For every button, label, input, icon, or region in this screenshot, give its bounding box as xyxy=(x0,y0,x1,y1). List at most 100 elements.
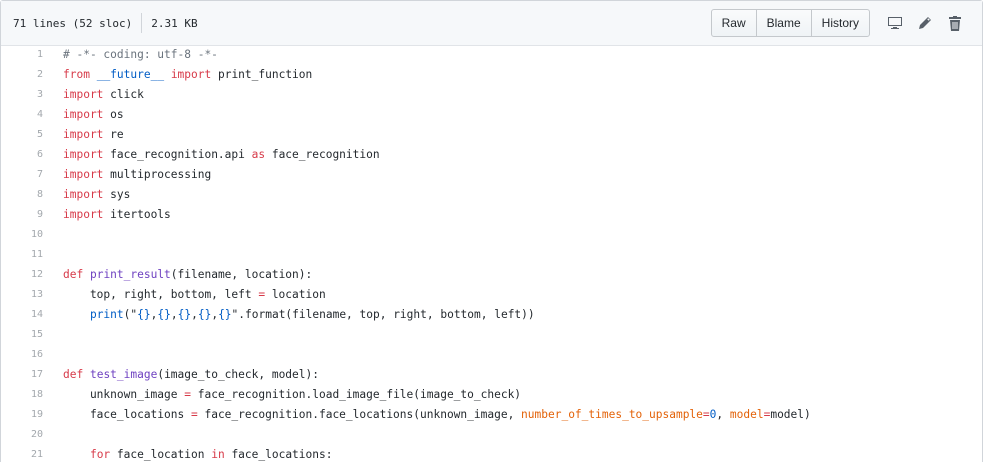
code-line: 19 face_locations = face_recognition.fac… xyxy=(1,405,982,425)
file-header: 71 lines (52 sloc) 2.31 KB Raw Blame His… xyxy=(1,1,982,46)
code-token: face_location xyxy=(110,448,212,461)
line-source xyxy=(43,245,63,265)
code-line: 3 import click xyxy=(1,85,982,105)
line-source: def print_result(filename, location): xyxy=(43,265,312,285)
code-body: 1 # -*- coding: utf-8 -*- 2 from __future__… xyxy=(1,45,982,462)
code-line: 5 import re xyxy=(1,125,982,145)
line-number[interactable]: 13 xyxy=(1,285,43,305)
code-token: click xyxy=(103,88,144,101)
line-number[interactable]: 20 xyxy=(1,425,43,445)
code-line: 14 print("{},{},{},{},{}".format(filenam… xyxy=(1,305,982,325)
line-number[interactable]: 9 xyxy=(1,205,43,225)
code-token: face_locations xyxy=(63,408,191,421)
code-token: = xyxy=(702,408,710,421)
line-source: import re xyxy=(43,125,124,145)
line-number[interactable]: 12 xyxy=(1,265,43,285)
file-size: 2.31 KB xyxy=(151,16,198,30)
line-number[interactable]: 2 xyxy=(1,65,43,85)
code-token: model) xyxy=(770,408,811,421)
code-token: = xyxy=(184,388,191,401)
code-token: for xyxy=(89,448,111,461)
line-source: import itertools xyxy=(43,205,171,225)
code-token: print xyxy=(89,308,124,321)
code-token: (" xyxy=(123,308,138,321)
line-number[interactable]: 17 xyxy=(1,365,43,385)
code-token: face_recognition xyxy=(265,148,380,161)
code-token: multiprocessing xyxy=(103,168,212,181)
code-line: 17 def test_image(image_to_check, model): xyxy=(1,365,982,385)
code-token: , xyxy=(716,408,730,421)
code-token: def xyxy=(63,368,84,381)
line-number[interactable]: 1 xyxy=(1,45,43,65)
file-actions: Raw Blame History xyxy=(710,1,970,45)
code-line: 21 for face_location in face_locations: xyxy=(1,445,982,465)
line-source: face_locations = face_recognition.face_l… xyxy=(43,405,811,425)
line-number[interactable]: 15 xyxy=(1,325,43,345)
code-token: , xyxy=(191,308,198,321)
line-number[interactable]: 14 xyxy=(1,305,43,325)
code-token: itertools xyxy=(103,208,171,221)
code-token: __future__ xyxy=(96,68,165,81)
code-token: location xyxy=(265,288,326,301)
line-source: top, right, bottom, left = location xyxy=(43,285,326,305)
code-line: 15 xyxy=(1,325,982,345)
blame-button[interactable]: Blame xyxy=(757,10,812,36)
code-token: ".format(filename, top, right, bottom, l… xyxy=(231,308,535,321)
code-token: import xyxy=(63,148,104,161)
line-number[interactable]: 7 xyxy=(1,165,43,185)
code-token: number_of_times_to_upsample xyxy=(521,408,703,421)
line-number[interactable]: 10 xyxy=(1,225,43,245)
line-source xyxy=(43,425,63,445)
code-token: # -*- coding: utf-8 -*- xyxy=(63,48,218,61)
pencil-icon[interactable] xyxy=(910,10,940,36)
line-number[interactable]: 3 xyxy=(1,85,43,105)
line-number[interactable]: 21 xyxy=(1,445,43,465)
line-number[interactable]: 19 xyxy=(1,405,43,425)
code-token: top, right, bottom, left xyxy=(63,288,259,301)
code-token: import xyxy=(63,188,104,201)
line-source: # -*- coding: utf-8 -*- xyxy=(43,45,218,65)
line-source: def test_image(image_to_check, model): xyxy=(43,365,319,385)
line-source: import multiprocessing xyxy=(43,165,211,185)
divider xyxy=(141,13,143,33)
line-number[interactable]: 6 xyxy=(1,145,43,165)
desktop-icon[interactable] xyxy=(880,10,910,36)
line-source: import sys xyxy=(43,185,130,205)
code-token: sys xyxy=(103,188,131,201)
code-token: test_image xyxy=(89,368,158,381)
line-number[interactable]: 8 xyxy=(1,185,43,205)
line-source xyxy=(43,225,63,245)
code-token: os xyxy=(103,108,124,121)
code-line: 16 xyxy=(1,345,982,365)
line-source xyxy=(43,325,63,345)
code-line: 2 from __future__ import print_function xyxy=(1,65,982,85)
line-count: 71 lines (52 sloc) xyxy=(13,16,133,30)
code-token: in xyxy=(211,448,225,461)
history-button[interactable]: History xyxy=(812,10,869,36)
code-token: (filename, location): xyxy=(170,268,313,281)
code-token: import xyxy=(63,208,104,221)
line-source: import face_recognition.api as face_reco… xyxy=(43,145,380,165)
trash-icon[interactable] xyxy=(940,10,970,36)
line-number[interactable]: 11 xyxy=(1,245,43,265)
raw-button[interactable]: Raw xyxy=(712,10,757,36)
code-token: face_locations: xyxy=(224,448,333,461)
code-line: 9 import itertools xyxy=(1,205,982,225)
line-source: for face_location in face_locations: xyxy=(43,445,333,465)
line-number[interactable]: 5 xyxy=(1,125,43,145)
code-token: , xyxy=(170,308,178,321)
code-token: {} xyxy=(137,308,151,321)
code-token: import xyxy=(63,168,104,181)
line-number[interactable]: 4 xyxy=(1,105,43,125)
code-token: {} xyxy=(218,308,232,321)
code-line: 6 import face_recognition.api as face_rec… xyxy=(1,145,982,165)
line-number[interactable]: 18 xyxy=(1,385,43,405)
code-token: print_result xyxy=(89,268,171,281)
line-number[interactable]: 16 xyxy=(1,345,43,365)
code-token: print_function xyxy=(211,68,313,81)
code-token: face_recognition.api xyxy=(103,148,252,161)
